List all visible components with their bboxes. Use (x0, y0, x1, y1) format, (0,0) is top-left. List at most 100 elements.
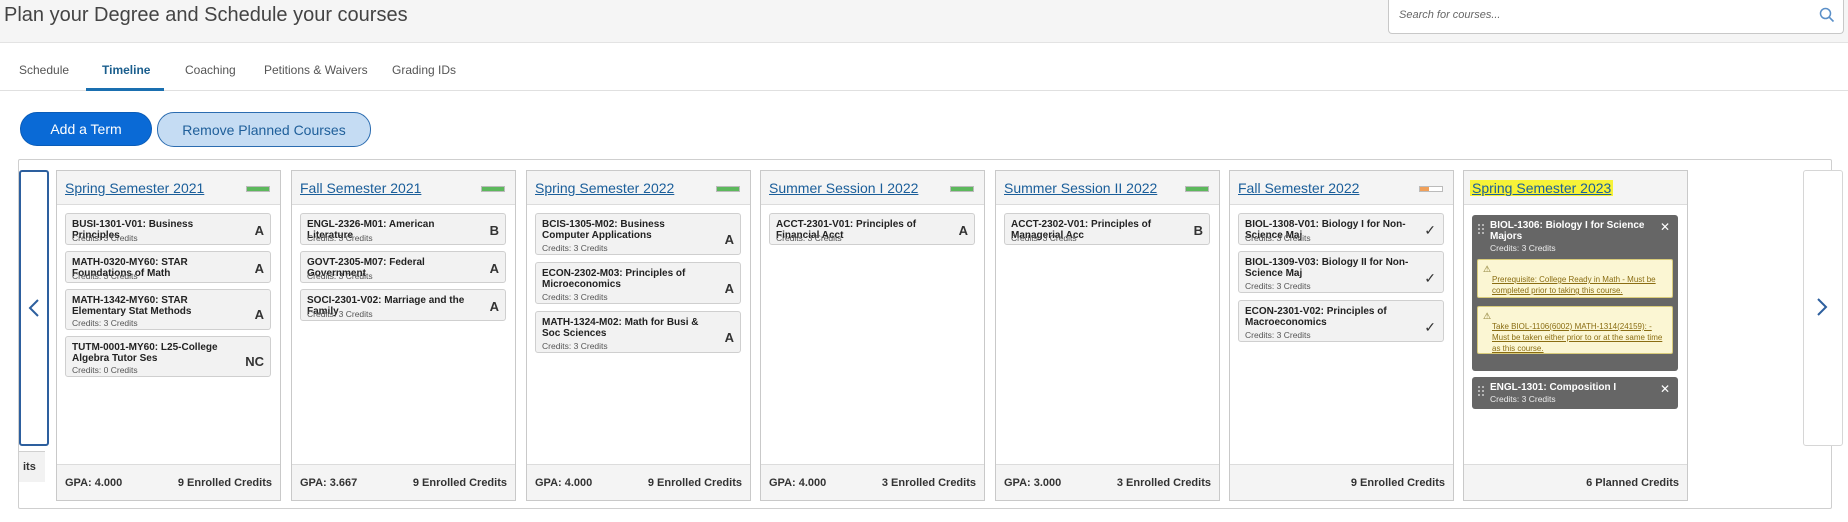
course-credits: Credits: 3 Credits (542, 341, 608, 351)
course-name: BCIS-1305-M02: Business Computer Applica… (542, 219, 665, 241)
term-card: Summer Session II 2022 ACCT-2302-V01: Pr… (995, 170, 1220, 501)
warning-icon: ⚠ (1483, 264, 1492, 274)
course-grade: A (724, 281, 734, 296)
active-tab-indicator (86, 88, 164, 91)
planned-course-card[interactable]: BIOL-1306: Biology I for Science Majors … (1472, 215, 1678, 371)
add-term-button[interactable]: Add a Term (20, 112, 152, 146)
close-icon[interactable]: ✕ (1660, 220, 1670, 234)
check-icon: ✓ (1424, 270, 1436, 286)
term-card: Spring Semester 2023 BIOL-1306: Biology … (1463, 170, 1688, 501)
term-card: Fall Semester 2021 ENGL-2326-M01: Americ… (291, 170, 516, 501)
course-credits: Credits: 3 Credits (307, 309, 373, 319)
term-footer: GPA: 3.000 3 Enrolled Credits (996, 464, 1219, 500)
planned-course-name: ENGL-1301: Composition I (1490, 382, 1617, 393)
course-grade: A (254, 261, 264, 276)
remove-planned-courses-button[interactable]: Remove Planned Courses (157, 112, 371, 147)
term-progress-bar (950, 186, 974, 192)
term-header: Spring Semester 2022 (527, 171, 750, 205)
course-card[interactable]: ACCT-2301-V01: Principles of Financial A… (769, 213, 975, 245)
tab-coaching[interactable]: Coaching (185, 63, 236, 77)
term-header: Spring Semester 2023 (1464, 171, 1687, 205)
warning-icon: ⚠ (1483, 311, 1492, 321)
term-gpa: GPA: 3.000 (1004, 477, 1062, 489)
course-credits: Credits: 3 Credits (307, 233, 373, 243)
term-title[interactable]: Spring Semester 2022 (535, 180, 674, 196)
tab-timeline[interactable]: Timeline (102, 63, 150, 77)
course-grade: B (489, 223, 499, 238)
course-card[interactable]: MATH-1342-MY60: STAR Elementary Stat Met… (65, 289, 271, 330)
course-credits: Credits: 3 Credits (542, 292, 608, 302)
course-card[interactable]: MATH-0320-MY60: STAR Foundations of Math… (65, 251, 271, 283)
term-card: Spring Semester 2021 BUSI-1301-V01: Busi… (56, 170, 281, 501)
warning-text[interactable]: Prerequisite: College Ready in Math - Mu… (1492, 274, 1668, 296)
course-card[interactable]: ECON-2302-M03: Principles of Microeconom… (535, 262, 741, 304)
tab-bar: Schedule Timeline Coaching Petitions & W… (0, 63, 1848, 91)
course-credits: Credits: 3 Credits (72, 233, 138, 243)
term-footer: 6 Planned Credits (1464, 464, 1687, 500)
tab-schedule[interactable]: Schedule (19, 63, 69, 77)
progress-fill (247, 187, 269, 191)
search-input[interactable] (1397, 8, 1801, 22)
term-title[interactable]: Summer Session I 2022 (769, 180, 918, 196)
planned-course-card[interactable]: ENGL-1301: Composition I Credits: 3 Cred… (1472, 377, 1678, 409)
term-gpa: GPA: 4.000 (535, 477, 593, 489)
chevron-left-icon (28, 298, 40, 323)
next-terms-button[interactable] (1803, 170, 1843, 446)
term-progress-bar (1419, 186, 1443, 192)
check-icon: ✓ (1424, 319, 1436, 335)
top-bar: Plan your Degree and Schedule your cours… (0, 0, 1848, 43)
course-credits: Credits: 3 Credits (542, 243, 608, 253)
previous-terms-button[interactable] (19, 170, 49, 446)
term-credits: 9 Enrolled Credits (177, 477, 272, 489)
course-grade: A (958, 223, 968, 238)
term-progress-bar (481, 186, 505, 192)
planned-course-credits: Credits: 3 Credits (1490, 243, 1556, 253)
tab-grading-ids[interactable]: Grading IDs (392, 63, 456, 77)
term-title[interactable]: Fall Semester 2021 (300, 180, 421, 196)
planned-course-name: BIOL-1306: Biology I for Science Majors (1490, 220, 1645, 242)
course-card[interactable]: MATH-1324-M02: Math for Busi & Soc Scien… (535, 311, 741, 353)
course-search[interactable] (1388, 0, 1844, 34)
course-card[interactable]: BIOL-1308-V01: Biology I for Non-Science… (1238, 213, 1444, 245)
course-card[interactable]: BIOL-1309-V03: Biology II for Non-Scienc… (1238, 251, 1444, 293)
course-card[interactable]: SOCI-2301-V02: Marriage and the Family C… (300, 289, 506, 321)
term-title[interactable]: Spring Semester 2023 (1470, 180, 1614, 196)
course-card[interactable]: GOVT-2305-M07: Federal Government Credit… (300, 251, 506, 283)
progress-fill (482, 187, 504, 191)
term-gpa: GPA: 4.000 (769, 477, 827, 489)
course-card[interactable]: TUTM-0001-MY60: L25-College Algebra Tuto… (65, 336, 271, 377)
term-footer: GPA: 4.000 3 Enrolled Credits (761, 464, 984, 500)
course-card[interactable]: BCIS-1305-M02: Business Computer Applica… (535, 213, 741, 255)
course-card[interactable]: ACCT-2302-V01: Principles of Managerial … (1004, 213, 1210, 245)
course-credits: Credits: 3 Credits (776, 233, 842, 243)
warning-text[interactable]: Take BIOL-1106(6002) MATH-1314(24159): -… (1492, 321, 1668, 354)
search-icon[interactable] (1819, 7, 1835, 28)
term-header: Spring Semester 2021 (57, 171, 280, 205)
drag-handle-icon[interactable] (1477, 222, 1485, 234)
term-credits: 9 Enrolled Credits (412, 477, 507, 489)
drag-handle-icon[interactable] (1477, 384, 1485, 396)
term-header: Fall Semester 2022 (1230, 171, 1453, 205)
close-icon[interactable]: ✕ (1660, 382, 1670, 396)
tab-petitions-waivers[interactable]: Petitions & Waivers (264, 63, 368, 77)
term-card: Fall Semester 2022 BIOL-1308-V01: Biolog… (1229, 170, 1454, 501)
course-grade: NC (245, 354, 264, 369)
term-footer: GPA: 4.000 9 Enrolled Credits (527, 464, 750, 500)
course-credits: Credits: 3 Credits (1011, 233, 1077, 243)
course-grade: A (724, 330, 734, 345)
course-card[interactable]: BUSI-1301-V01: Business Principles Credi… (65, 213, 271, 245)
course-grade: B (1193, 223, 1203, 238)
progress-fill (717, 187, 739, 191)
course-card[interactable]: ENGL-2326-M01: American Literature Credi… (300, 213, 506, 245)
course-card[interactable]: ECON-2301-V02: Principles of Macroeconom… (1238, 300, 1444, 342)
term-title[interactable]: Fall Semester 2022 (1238, 180, 1359, 196)
term-title[interactable]: Summer Session II 2022 (1004, 180, 1157, 196)
corequisite-warning: ⚠ Take BIOL-1106(6002) MATH-1314(24159):… (1477, 306, 1673, 354)
course-credits: Credits: 3 Credits (1245, 330, 1311, 340)
course-name: ECON-2301-V02: Principles of Macroeconom… (1245, 306, 1387, 328)
course-name: MATH-1342-MY60: STAR Elementary Stat Met… (72, 295, 192, 317)
term-credits: 9 Enrolled Credits (1350, 477, 1445, 489)
term-card: Summer Session I 2022 ACCT-2301-V01: Pri… (760, 170, 985, 501)
term-title[interactable]: Spring Semester 2021 (65, 180, 204, 196)
course-credits: Credits: 3 Credits (72, 318, 138, 328)
